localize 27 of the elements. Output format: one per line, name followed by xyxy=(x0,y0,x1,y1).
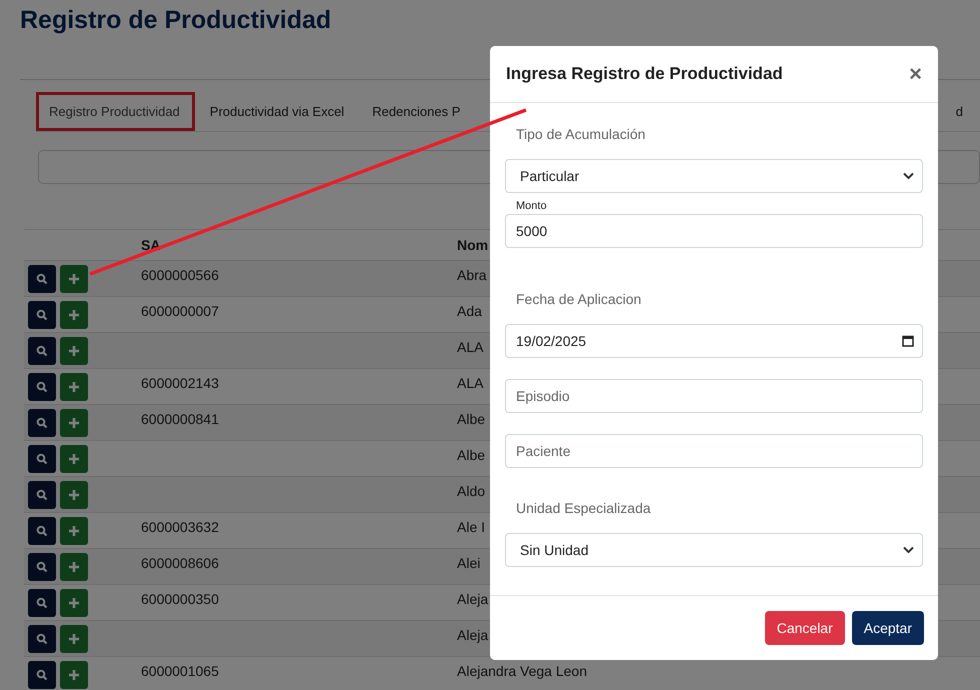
table-cell-text: Aleja xyxy=(457,590,488,607)
table-cell-text: 6000000566 xyxy=(141,266,219,283)
field-label: Fecha de Aplicacion xyxy=(516,291,642,307)
table-cell-text: 6000002143 xyxy=(141,374,219,391)
table-cell-text: ALA xyxy=(457,338,484,355)
field-label: Unidad Especializada xyxy=(516,500,652,516)
table-cell-text: 6000001065 xyxy=(141,662,219,679)
column-header: Nom xyxy=(457,237,490,253)
modal-title: Ingresa Registro de Productividad xyxy=(506,64,783,84)
table-cell-text: Ada xyxy=(457,302,482,319)
table-cell-text: Ale I xyxy=(457,518,486,535)
table-cell-text: 6000008606 xyxy=(141,554,219,571)
field-label: Tipo de Acumulación xyxy=(516,126,646,142)
page-title: Registro de Productividad xyxy=(20,6,332,35)
table-cell-text: 6000000841 xyxy=(141,410,219,427)
field-label: Monto xyxy=(516,200,548,212)
table-cell-text: Alejandra Vega Leon xyxy=(457,662,587,679)
table-cell-text: ALA xyxy=(457,374,484,391)
table-cell-text: Aldo xyxy=(457,482,486,499)
table-cell-text: Abra xyxy=(457,266,487,283)
table-cell-text: 6000000350 xyxy=(141,590,219,607)
table-cell-text: 6000003632 xyxy=(141,518,219,535)
table-cell-text: Albe xyxy=(457,410,486,427)
table-cell-text: 6000000007 xyxy=(141,302,219,319)
table-cell-text: Albe xyxy=(457,446,486,463)
table-cell-text: Alei xyxy=(457,554,480,571)
table-cell-text: Aleja xyxy=(457,626,488,643)
